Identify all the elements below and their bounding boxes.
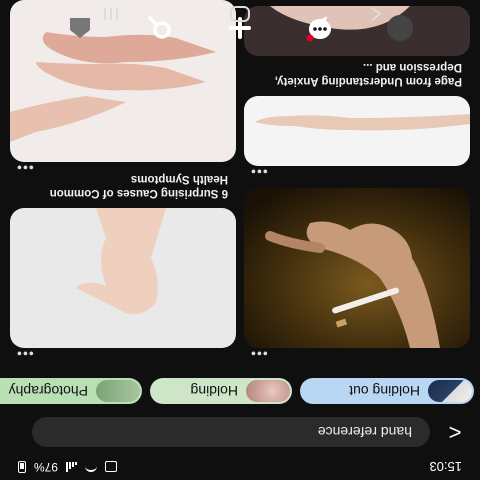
battery-percent: 97%	[34, 460, 59, 474]
chip-label: Photography	[8, 383, 88, 399]
image-notification-icon	[105, 461, 118, 473]
more-options-button[interactable]: •••	[250, 346, 268, 362]
search-row: < hand reference	[0, 412, 480, 452]
battery-icon	[18, 461, 26, 473]
system-nav-icons	[104, 6, 382, 22]
status-bar: 15:03 97%	[0, 454, 480, 480]
system-back-icon	[371, 7, 382, 21]
chip-photography[interactable]: Photography	[0, 378, 142, 404]
more-options-button[interactable]: •••	[16, 160, 34, 176]
chip-label: Holding	[190, 383, 238, 399]
cigarette-hand-image	[244, 188, 470, 348]
chip-holding[interactable]: Holding	[150, 378, 292, 404]
wifi-icon	[85, 462, 98, 472]
status-time: 15:03	[429, 459, 462, 475]
chip-thumbnail	[246, 380, 290, 402]
chip-label: Holding out	[349, 383, 420, 399]
system-nav-bar	[0, 0, 480, 28]
pin-cigarette-hand[interactable]	[244, 188, 470, 348]
more-options-button[interactable]: •••	[16, 346, 34, 362]
status-icons: 97%	[18, 460, 118, 474]
screen: 15:03 97% < hand reference Holding out H…	[0, 0, 480, 480]
chip-thumbnail	[96, 380, 140, 402]
open-hand-image	[10, 208, 236, 348]
system-recents-icon	[104, 8, 118, 20]
signal-icon	[66, 462, 78, 472]
reaching-hand-image	[244, 96, 470, 166]
chip-thumbnail	[428, 380, 472, 402]
pin-caption: 6 Surprising Causes of Common Health Sym…	[49, 173, 228, 199]
back-button[interactable]: <	[430, 412, 480, 452]
search-input[interactable]: hand reference	[32, 417, 430, 447]
pin-caption: Page from Understanding Anxiety, Depress…	[274, 61, 462, 87]
pin-reaching-hand[interactable]	[244, 96, 470, 166]
pin-open-hand[interactable]	[10, 208, 236, 348]
search-query: hand reference	[317, 424, 412, 440]
system-home-icon	[230, 6, 250, 22]
more-options-button[interactable]: •••	[250, 164, 268, 180]
chip-holding-out[interactable]: Holding out	[300, 378, 474, 404]
chip-row: Holding out Holding Photography	[0, 370, 480, 404]
